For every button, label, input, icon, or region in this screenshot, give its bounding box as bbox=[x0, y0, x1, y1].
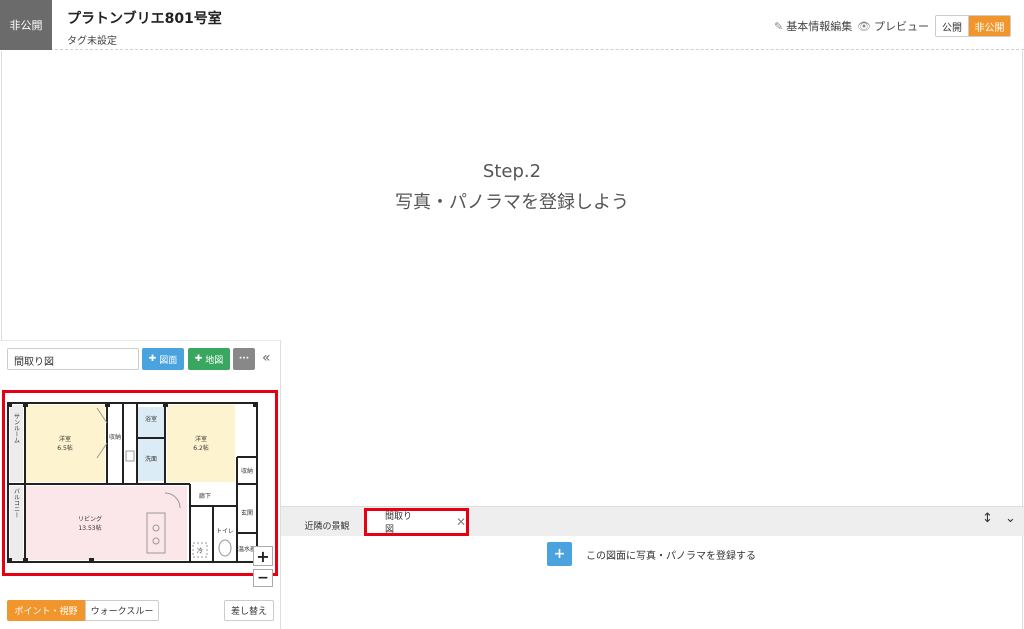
room-western1-fill bbox=[25, 405, 105, 482]
room-western1-size: 6.5帖 bbox=[57, 444, 73, 452]
add-map-button[interactable]: ✚ 地図 bbox=[188, 348, 230, 370]
more-button[interactable]: ··· bbox=[233, 348, 255, 370]
room-closet-label: 収納 bbox=[109, 433, 121, 441]
zoom-in-button[interactable]: + bbox=[253, 546, 273, 566]
property-title: プラトンブリエ801号室 bbox=[67, 11, 222, 27]
room-sunroom-label: サンルーム bbox=[13, 413, 20, 443]
step-description: 写真・パノラマを登録しよう bbox=[395, 192, 629, 213]
preview-link[interactable]: 👁 プレビュー bbox=[857, 18, 929, 34]
room-western2-size: 6.2帖 bbox=[193, 444, 209, 452]
floorplan-name-input[interactable]: 間取り図 bbox=[7, 348, 139, 370]
pencil-icon: ✎ bbox=[774, 19, 784, 33]
preview-label: プレビュー bbox=[873, 20, 929, 33]
property-tag[interactable]: タグ未設定 bbox=[67, 32, 117, 47]
toggle-private[interactable]: 非公開 bbox=[969, 16, 1010, 36]
status-badge: 非公開 bbox=[0, 0, 52, 50]
floorplan-drawing: 洋室 6.5帖 収納 浴室 洗面 洋室 6.2帖 リビング 13.53帖 廊下 … bbox=[7, 402, 258, 563]
zoom-out-button[interactable]: − bbox=[253, 569, 273, 587]
tab-floorplan[interactable]: 間取り図 ✕ bbox=[364, 508, 469, 536]
room-toilet-label: トイレ bbox=[216, 528, 234, 535]
floorplan-image[interactable]: 洋室 6.5帖 収納 浴室 洗面 洋室 6.2帖 リビング 13.53帖 廊下 … bbox=[2, 390, 278, 576]
collapse-left-icon[interactable]: « bbox=[262, 350, 271, 366]
room-western2-fill bbox=[167, 405, 235, 482]
room-living-fill bbox=[25, 486, 187, 560]
room-hallway-label: 廊下 bbox=[199, 492, 211, 500]
room-western1-label: 洋室 bbox=[59, 435, 71, 443]
room-fridge-label: 冷 bbox=[197, 547, 203, 555]
collapse-down-icon[interactable]: ⌄ bbox=[1005, 511, 1016, 526]
toggle-public[interactable]: 公開 bbox=[936, 16, 969, 36]
plus-icon: ✚ bbox=[148, 354, 157, 364]
header-bar: 非公開 プラトンブリエ801号室 タグ未設定 ✎ 基本情報編集 👁 プレビュー … bbox=[0, 0, 1024, 50]
add-floorplan-button[interactable]: ✚ 図面 bbox=[142, 348, 184, 370]
resize-vertical-icon[interactable]: ↕ bbox=[982, 511, 993, 526]
mode-walkthrough-button[interactable]: ウォークスルー bbox=[85, 600, 159, 621]
plus-icon: ✚ bbox=[194, 354, 203, 364]
edit-info-link[interactable]: ✎ 基本情報編集 bbox=[774, 18, 852, 34]
mode-point-button[interactable]: ポイント・視野 bbox=[7, 600, 85, 621]
room-entrance-label: 玄関 bbox=[241, 509, 253, 517]
add-map-label: 地図 bbox=[205, 355, 224, 366]
room-balcony-label: バルコニー bbox=[13, 488, 20, 518]
tab-neighborhood[interactable]: 近隣の景観 bbox=[296, 514, 358, 536]
room-living-label: リビング bbox=[78, 515, 102, 523]
room-closet2-label: 収納 bbox=[241, 467, 253, 475]
add-panorama-text: この図面に写真・パノラマを登録する bbox=[586, 551, 756, 562]
room-bath-label: 浴室 bbox=[145, 415, 157, 423]
add-panorama-button[interactable]: + bbox=[547, 542, 572, 566]
replace-button[interactable]: 差し替え bbox=[224, 600, 274, 621]
tab-floorplan-label: 間取り図 bbox=[385, 512, 413, 535]
room-living-size: 13.53帖 bbox=[78, 524, 101, 532]
edit-info-label: 基本情報編集 bbox=[786, 20, 853, 33]
room-western2-label: 洋室 bbox=[195, 435, 207, 443]
close-icon[interactable]: ✕ bbox=[456, 515, 466, 529]
add-floorplan-label: 図面 bbox=[159, 355, 178, 366]
eye-icon: 👁 bbox=[857, 19, 871, 33]
step-label: Step.2 bbox=[482, 161, 542, 182]
publish-toggle[interactable]: 公開 非公開 bbox=[935, 15, 1011, 37]
room-washroom-label: 洗面 bbox=[145, 455, 157, 463]
